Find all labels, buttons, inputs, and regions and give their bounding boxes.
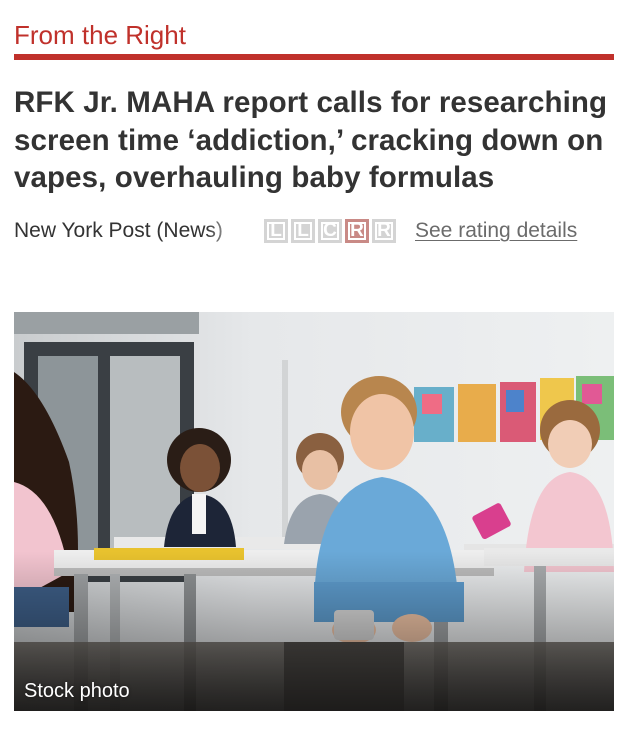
see-rating-details-link[interactable]: See rating details bbox=[415, 219, 577, 243]
bias-lean-right-box: R bbox=[345, 218, 369, 243]
bias-box-outline bbox=[348, 221, 366, 240]
bias-center-box: C bbox=[318, 218, 342, 243]
bias-box-outline bbox=[321, 221, 339, 240]
bias-box-outline bbox=[375, 221, 393, 240]
photo-caption: Stock photo bbox=[24, 680, 130, 702]
classroom-photo-icon bbox=[14, 312, 614, 711]
article-meta: New York Post (News) L L C R R See ratin… bbox=[14, 215, 614, 247]
section-divider bbox=[14, 54, 614, 60]
bias-right-box: R bbox=[372, 218, 396, 243]
source-name[interactable]: New York Post (News) bbox=[14, 218, 246, 243]
section-label: From the Right bbox=[14, 20, 186, 50]
bias-rating-bar[interactable]: L L C R R bbox=[264, 218, 396, 243]
bias-left-box: L bbox=[264, 218, 288, 243]
bias-lean-left-box: L bbox=[291, 218, 315, 243]
article-headline[interactable]: RFK Jr. MAHA report calls for researchin… bbox=[14, 84, 614, 197]
news-card: From the Right RFK Jr. MAHA report calls… bbox=[14, 0, 614, 247]
bias-box-outline bbox=[267, 221, 285, 240]
article-photo[interactable]: Stock photo bbox=[14, 312, 614, 711]
bias-box-outline bbox=[294, 221, 312, 240]
